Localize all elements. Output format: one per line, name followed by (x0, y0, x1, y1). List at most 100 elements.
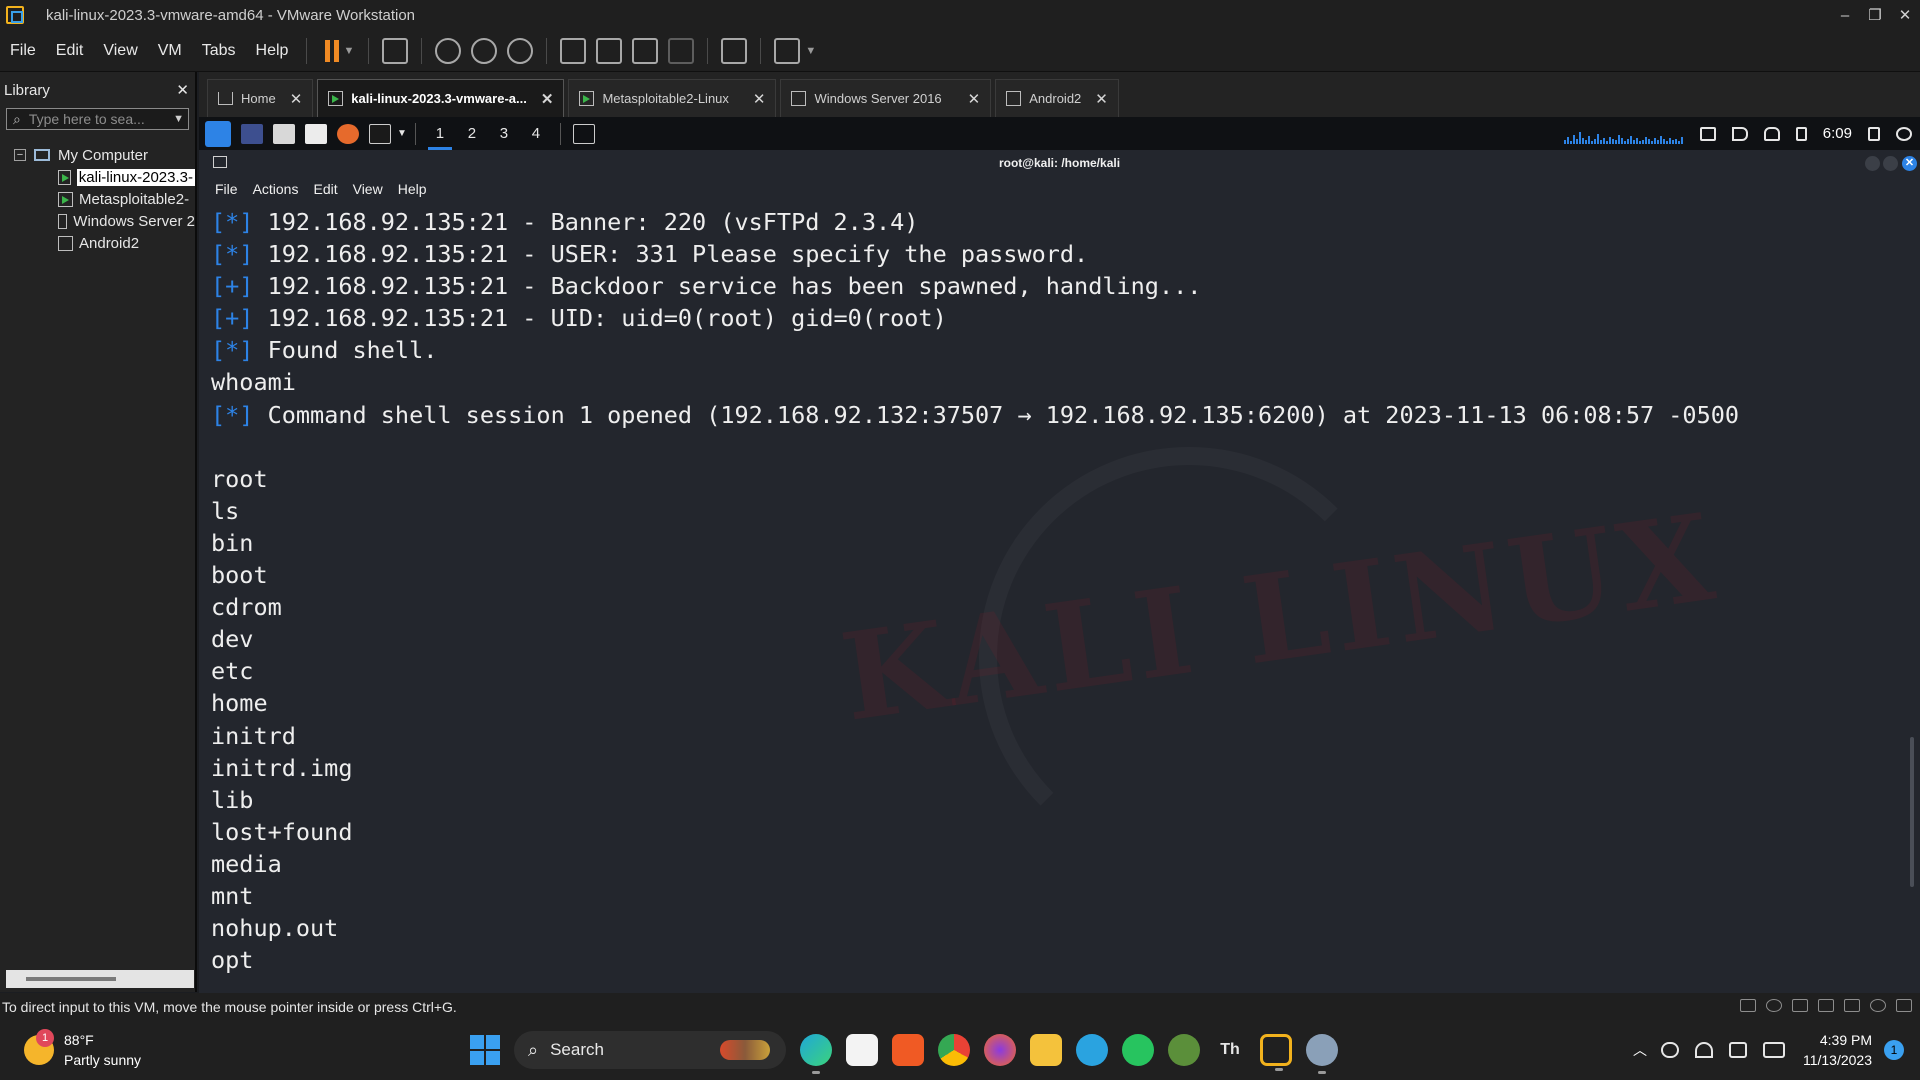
close-terminal-button[interactable]: ✕ (1902, 156, 1917, 171)
tab-android2[interactable]: Android2 ✕ (995, 79, 1119, 117)
terminal-menu-help[interactable]: Help (398, 181, 427, 197)
pause-vm-icon[interactable] (325, 39, 340, 62)
snapshot-icon[interactable] (435, 37, 462, 64)
minimize-terminal-button[interactable] (1865, 156, 1880, 171)
stretch-dropdown-icon[interactable]: ▼ (805, 45, 816, 57)
sound-card-icon[interactable] (1818, 999, 1834, 1012)
library-search-input[interactable]: ⌕ Type here to sea... ▼ (6, 108, 189, 130)
windows-start-icon[interactable] (470, 1035, 500, 1065)
taskbar-search-box[interactable]: ⌕ Search (514, 1031, 786, 1069)
chevron-down-icon[interactable]: ▼ (173, 113, 184, 125)
terminal-output[interactable]: [*] 192.168.92.135:21 - Banner: 220 (vsF… (211, 206, 1901, 992)
terminal-menu-file[interactable]: File (215, 181, 238, 197)
show-library-icon[interactable] (560, 37, 587, 64)
unity-icon[interactable] (668, 37, 695, 64)
tree-node-android2[interactable]: Android2 (0, 232, 195, 254)
power-icon[interactable] (1896, 126, 1912, 141)
chevron-down-icon[interactable]: ▼ (397, 128, 407, 139)
vm-console[interactable]: KALI LINUX ▼ 1 2 3 4 6:09 root@kali: /ho… (199, 117, 1920, 993)
console-view-icon[interactable] (721, 37, 748, 64)
show-hidden-icons-chevron-icon[interactable]: ︿ (1633, 1040, 1647, 1060)
tree-node-windows-server[interactable]: Windows Server 2 (0, 210, 195, 232)
terminal-scrollbar[interactable] (1910, 737, 1914, 887)
brave-icon[interactable] (892, 1034, 924, 1066)
library-close-icon[interactable]: ✕ (176, 81, 189, 99)
menu-edit[interactable]: Edit (46, 42, 94, 60)
whatsapp-icon[interactable] (1122, 1034, 1154, 1066)
battery-icon[interactable] (1795, 126, 1807, 141)
display-status-icon[interactable] (1870, 999, 1886, 1012)
hard-disk-icon[interactable] (1740, 999, 1756, 1012)
clock-date[interactable]: 4:39 PM 11/13/2023 (1803, 1030, 1872, 1070)
terminal-title-bar[interactable]: root@kali: /home/kali ✕ (199, 150, 1920, 176)
tab-home[interactable]: Home ✕ (207, 79, 314, 117)
stretch-guest-icon[interactable] (774, 37, 801, 64)
workspace-4[interactable]: 4 (520, 125, 552, 142)
message-log-icon[interactable] (1896, 999, 1912, 1012)
close-tab-icon[interactable]: ✕ (541, 90, 554, 108)
edge-icon[interactable] (800, 1034, 832, 1074)
wifi-icon[interactable] (1694, 1042, 1713, 1058)
file-manager-icon[interactable] (273, 123, 295, 144)
chrome-icon[interactable] (938, 1034, 970, 1066)
battery-icon[interactable] (1762, 1042, 1785, 1058)
maximize-terminal-button[interactable] (1883, 156, 1898, 171)
menu-tabs[interactable]: Tabs (192, 42, 246, 60)
send-ctrl-alt-del-icon[interactable] (382, 37, 409, 64)
tree-node-kali[interactable]: kali-linux-2023.3- (0, 166, 195, 188)
firefox-icon[interactable] (984, 1034, 1016, 1066)
terminal-menu-view[interactable]: View (353, 181, 383, 197)
full-screen-icon[interactable] (632, 37, 659, 64)
network-adapter-icon[interactable] (1792, 999, 1808, 1012)
library-horizontal-scrollbar[interactable] (6, 970, 194, 988)
thumbnail-bar-icon[interactable] (596, 37, 623, 64)
kali-menu-icon[interactable] (205, 120, 231, 147)
workspace-1[interactable]: 1 (424, 125, 456, 150)
close-tab-icon[interactable]: ✕ (1095, 90, 1108, 108)
tree-node-metasploitable[interactable]: Metasploitable2- (0, 188, 195, 210)
revert-snapshot-icon[interactable] (471, 37, 498, 64)
tree-node-my-computer[interactable]: − My Computer (0, 144, 195, 166)
menu-view[interactable]: View (93, 42, 147, 60)
file-explorer-icon[interactable] (1030, 1034, 1062, 1066)
terminal-window-button-icon[interactable] (572, 123, 595, 144)
kali-clock[interactable]: 6:09 (1823, 125, 1852, 142)
notification-bell-icon[interactable] (1763, 126, 1780, 141)
speaker-icon[interactable] (1728, 1042, 1747, 1058)
terminal-menu-edit[interactable]: Edit (313, 181, 337, 197)
close-tab-icon[interactable]: ✕ (753, 90, 766, 108)
vmware-taskbar-icon[interactable] (1260, 1034, 1292, 1071)
cd-drive-icon[interactable] (1766, 999, 1782, 1012)
terminal-menu-actions[interactable]: Actions (253, 181, 299, 197)
weather-widget[interactable]: 1 88°F Partly sunny (24, 1029, 141, 1070)
menu-help[interactable]: Help (246, 42, 299, 60)
snapshot-manager-icon[interactable] (507, 37, 534, 64)
telegram-icon[interactable] (1076, 1034, 1108, 1066)
close-window-button[interactable]: ✕ (1890, 0, 1920, 30)
minimize-button[interactable]: – (1830, 0, 1860, 30)
threads-app-icon[interactable]: Th (1214, 1034, 1246, 1066)
vmware-app-icon[interactable] (6, 6, 24, 24)
firefox-icon[interactable] (337, 123, 359, 144)
display-icon[interactable] (1699, 126, 1716, 141)
tab-kali[interactable]: kali-linux-2023.3-vmware-a... ✕ (317, 79, 565, 117)
settings-gear-icon[interactable] (1306, 1034, 1338, 1074)
close-tab-icon[interactable]: ✕ (290, 90, 303, 108)
close-tab-icon[interactable]: ✕ (968, 90, 981, 108)
show-desktop-icon[interactable] (241, 123, 263, 144)
menu-file[interactable]: File (0, 42, 46, 60)
tab-windows-server[interactable]: Windows Server 2016 ✕ (780, 79, 992, 117)
text-editor-icon[interactable] (305, 123, 327, 144)
menu-vm[interactable]: VM (148, 42, 192, 60)
usb-icon[interactable] (1844, 999, 1860, 1012)
lock-icon[interactable] (1868, 126, 1880, 141)
terminal-icon[interactable] (369, 123, 391, 144)
vpn-app-icon[interactable] (1168, 1034, 1200, 1066)
volume-icon[interactable] (1731, 126, 1748, 141)
tab-metasploitable[interactable]: Metasploitable2-Linux ✕ (568, 79, 777, 117)
restore-button[interactable]: ❐ (1860, 0, 1890, 30)
workspace-3[interactable]: 3 (488, 125, 520, 142)
power-dropdown-icon[interactable]: ▼ (343, 45, 354, 57)
workspace-2[interactable]: 2 (456, 125, 488, 142)
microsoft-store-icon[interactable] (846, 1034, 878, 1066)
